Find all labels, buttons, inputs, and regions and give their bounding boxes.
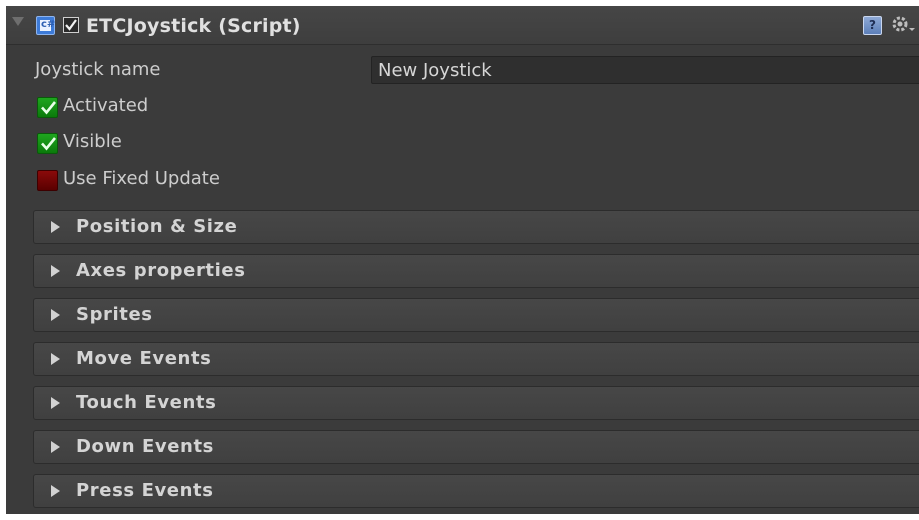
joystick-name-field[interactable]: New Joystick <box>371 56 919 84</box>
expand-arrow-icon <box>51 265 60 277</box>
section-sprites[interactable]: Sprites <box>33 298 919 332</box>
visible-label: Visible <box>63 131 122 152</box>
joystick-name-label: Joystick name <box>35 59 161 80</box>
visible-checkbox[interactable] <box>37 133 58 154</box>
activated-label: Activated <box>63 95 149 116</box>
use-fixed-update-checkbox[interactable] <box>37 170 58 191</box>
section-label: Axes properties <box>76 260 246 281</box>
section-touch-events[interactable]: Touch Events <box>33 386 919 420</box>
section-label: Position & Size <box>76 216 238 237</box>
component-title: ETCJoystick (Script) <box>86 15 301 37</box>
csharp-script-icon <box>36 16 55 35</box>
activated-checkbox[interactable] <box>37 97 58 118</box>
section-label: Touch Events <box>76 392 217 413</box>
component-header[interactable]: ETCJoystick (Script) ? <box>6 6 919 45</box>
gear-icon[interactable] <box>889 14 919 36</box>
help-icon[interactable]: ? <box>863 16 882 35</box>
expand-arrow-icon <box>51 441 60 453</box>
section-label: Down Events <box>76 436 214 457</box>
expand-arrow-icon <box>51 397 60 409</box>
expand-arrow-icon <box>51 309 60 321</box>
section-position-size[interactable]: Position & Size <box>33 210 919 244</box>
section-down-events[interactable]: Down Events <box>33 430 919 464</box>
expand-arrow-icon <box>51 485 60 497</box>
component-enabled-checkbox[interactable] <box>63 17 79 33</box>
expand-arrow-icon <box>51 221 60 233</box>
section-label: Sprites <box>76 304 153 325</box>
section-move-events[interactable]: Move Events <box>33 342 919 376</box>
foldout-arrow-icon[interactable] <box>12 17 24 26</box>
use-fixed-update-label: Use Fixed Update <box>63 168 220 189</box>
section-press-events[interactable]: Press Events <box>33 474 919 508</box>
inspector-panel: ETCJoystick (Script) ? Joystick name New… <box>6 6 919 514</box>
section-label: Move Events <box>76 348 212 369</box>
expand-arrow-icon <box>51 353 60 365</box>
section-axes-properties[interactable]: Axes properties <box>33 254 919 288</box>
section-label: Press Events <box>76 480 214 501</box>
